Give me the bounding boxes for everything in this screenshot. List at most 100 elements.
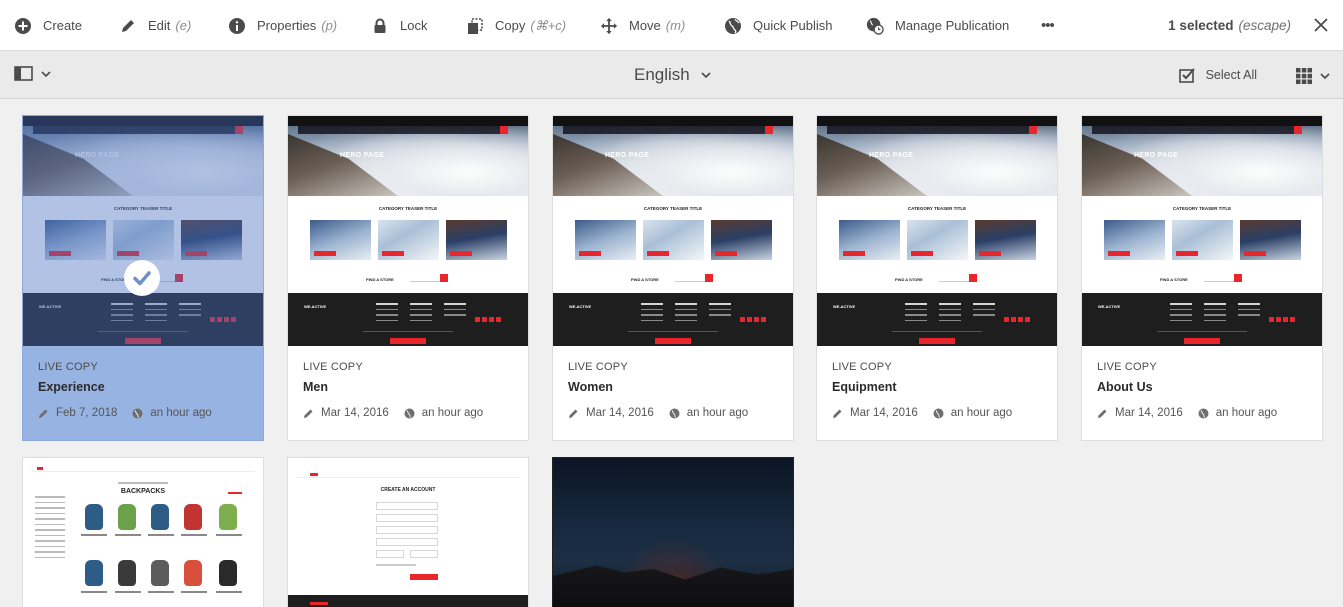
- escape-hint: (escape): [1238, 18, 1291, 33]
- create-button[interactable]: Create: [14, 0, 82, 51]
- rail-toggle-button[interactable]: [14, 65, 52, 83]
- card-title: Experience: [38, 380, 105, 394]
- globe-icon: [724, 17, 742, 35]
- view-switcher-button[interactable]: [1295, 67, 1331, 85]
- pencil-icon: [569, 409, 578, 418]
- page-card[interactable]: HERO PAGE CATEGORY TEASER TITLE FIND A S…: [22, 115, 264, 441]
- page-thumbnail: CREATE AN ACCOUNT: [288, 458, 528, 607]
- more-actions-button[interactable]: •••: [1041, 0, 1055, 51]
- edit-button[interactable]: Edit (e): [119, 0, 191, 51]
- thumb-category-title: CATEGORY TEASER TITLE: [643, 206, 703, 211]
- select-all-label: Select All: [1205, 68, 1257, 82]
- card-title: About Us: [1097, 380, 1153, 394]
- properties-shortcut: (p): [321, 18, 338, 33]
- page-thumbnail: HERO PAGE CATEGORY TEASER TITLE FIND A S…: [288, 116, 528, 346]
- thumb-store-text: FIND A STORE: [366, 277, 394, 282]
- card-title: Women: [568, 380, 613, 394]
- move-label: Move: [629, 18, 661, 33]
- thumb-store-text: FIND A STORE: [631, 277, 659, 282]
- copy-label: Copy: [495, 18, 526, 33]
- thumb-category-title: CATEGORY TEASER TITLE: [1172, 206, 1232, 211]
- pencil-icon: [833, 409, 842, 418]
- card-published-time: an hour ago: [686, 407, 749, 419]
- thumb-category-title: CATEGORY TEASER TITLE: [907, 206, 967, 211]
- language-selector[interactable]: English: [634, 51, 712, 99]
- thumb-create-account-title: CREATE AN ACCOUNT: [380, 487, 436, 493]
- page-thumbnail: HERO PAGE CATEGORY TEASER TITLE FIND A S…: [817, 116, 1057, 346]
- chevron-down-icon: [1320, 73, 1330, 80]
- selected-count: 1 selected: [1168, 18, 1234, 33]
- add-circle-icon: [14, 17, 32, 35]
- globe-icon: [1198, 408, 1209, 418]
- thumb-store-text: FIND A STORE: [895, 277, 923, 282]
- properties-button[interactable]: Properties (p): [228, 0, 337, 51]
- page-thumbnail: HERO PAGE CATEGORY TEASER TITLE FIND A S…: [23, 116, 263, 346]
- language-label: English: [634, 65, 690, 84]
- copy-button[interactable]: Copy (⌘+c): [466, 0, 566, 51]
- lock-button[interactable]: Lock: [371, 0, 427, 51]
- pencil-icon: [39, 409, 48, 418]
- pencil-icon: [119, 17, 137, 35]
- chevron-down-icon: [701, 72, 711, 79]
- globe-icon: [132, 408, 143, 418]
- thumb-hero-text: HERO PAGE: [1134, 152, 1179, 159]
- page-card[interactable]: CREATE AN ACCOUNT: [287, 457, 529, 607]
- thumb-hero-text: HERO PAGE: [869, 152, 914, 159]
- pencil-icon: [304, 409, 313, 418]
- card-published-time: an hour ago: [421, 407, 484, 419]
- thumb-hero-text: HERO PAGE: [605, 152, 650, 159]
- card-title: Men: [303, 380, 328, 394]
- page-card[interactable]: HERO PAGE CATEGORY TEASER TITLE FIND A S…: [552, 115, 794, 441]
- view-bar: English Select All: [0, 51, 1343, 99]
- card-modified-date: Mar 14, 2016: [850, 407, 918, 419]
- card-type: LIVE COPY: [568, 361, 628, 373]
- page-card[interactable]: HERO PAGE CATEGORY TEASER TITLE FIND A S…: [816, 115, 1058, 441]
- move-button[interactable]: Move (m): [600, 0, 685, 51]
- card-title: Equipment: [832, 380, 897, 394]
- card-type: LIVE COPY: [1097, 361, 1157, 373]
- card-modified-date: Feb 7, 2018: [56, 407, 118, 419]
- quick-publish-label: Quick Publish: [753, 18, 833, 33]
- lock-icon: [371, 17, 389, 35]
- close-selection-button[interactable]: [1313, 17, 1329, 33]
- card-type: LIVE COPY: [832, 361, 892, 373]
- thumb-hero-text: HERO PAGE: [340, 152, 385, 159]
- page-thumbnail: BACKPACKS: [23, 458, 263, 607]
- rail-icon: [14, 66, 33, 81]
- page-card[interactable]: HERO PAGE CATEGORY TEASER TITLE FIND A S…: [1081, 115, 1323, 441]
- card-type: LIVE COPY: [303, 361, 363, 373]
- copy-shortcut: (⌘+c): [530, 17, 567, 33]
- page-card[interactable]: [552, 457, 794, 607]
- pencil-icon: [1098, 409, 1107, 418]
- create-label: Create: [43, 18, 83, 33]
- quick-publish-button[interactable]: Quick Publish: [724, 0, 832, 51]
- selected-checkmark-icon: [124, 260, 160, 296]
- card-type: LIVE COPY: [38, 361, 98, 373]
- manage-publication-button[interactable]: Manage Publication: [866, 0, 1009, 51]
- action-bar: Create Edit (e) Properties (p) Lock Copy…: [0, 0, 1343, 51]
- page-thumbnail: HERO PAGE CATEGORY TEASER TITLE FIND A S…: [1082, 116, 1322, 346]
- card-modified-date: Mar 14, 2016: [1115, 407, 1183, 419]
- globe-clock-icon: [866, 17, 884, 35]
- thumb-backpacks-title: BACKPACKS: [120, 488, 166, 495]
- manage-publication-label: Manage Publication: [895, 18, 1010, 33]
- info-icon: [228, 17, 246, 35]
- card-modified-date: Mar 14, 2016: [586, 407, 654, 419]
- globe-icon: [933, 408, 944, 418]
- page-card[interactable]: HERO PAGE CATEGORY TEASER TITLE FIND A S…: [287, 115, 529, 441]
- card-published-time: an hour ago: [150, 407, 212, 419]
- thumb-brand: WE.ACTIVE: [833, 304, 856, 309]
- select-all-icon: [1178, 68, 1195, 83]
- card-view-icon: [1296, 68, 1312, 84]
- thumb-brand: WE.ACTIVE: [1098, 304, 1121, 309]
- select-all-button[interactable]: Select All: [1178, 51, 1257, 99]
- edit-shortcut: (e): [175, 18, 192, 33]
- move-arrows-icon: [600, 17, 618, 35]
- page-card[interactable]: BACKPACKS: [22, 457, 264, 607]
- card-modified-date: Mar 14, 2016: [321, 407, 389, 419]
- thumb-brand: WE.ACTIVE: [569, 304, 592, 309]
- more-icon: •••: [1041, 17, 1055, 34]
- close-icon: [1314, 18, 1328, 32]
- page-thumbnail: [553, 458, 793, 607]
- thumb-store-text: FIND A STORE: [1160, 277, 1188, 282]
